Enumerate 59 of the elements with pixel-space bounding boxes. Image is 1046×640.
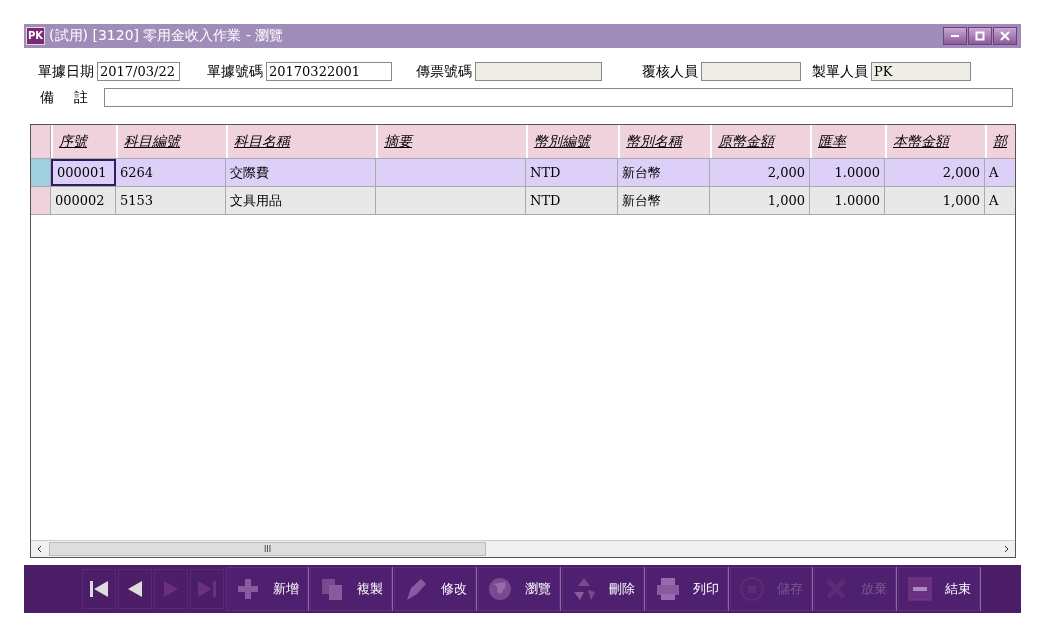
input-field[interactable]: 2017/03/22 <box>97 62 180 81</box>
table-cell: 2,000 <box>710 159 810 186</box>
table-cell: 文具用品 <box>226 187 376 214</box>
scroll-right-icon[interactable] <box>1002 545 1010 553</box>
table-cell: 交際費 <box>226 159 376 186</box>
delete-button[interactable]: 刪除 <box>562 567 644 611</box>
minus-icon <box>907 576 933 602</box>
close-icon <box>1000 31 1010 41</box>
maximize-icon <box>975 31 985 41</box>
print-button[interactable]: 列印 <box>646 567 728 611</box>
horizontal-scrollbar[interactable]: III <box>31 540 1015 557</box>
first-button[interactable] <box>82 569 116 609</box>
table-cell: 新台幣 <box>618 159 710 186</box>
table-cell: A <box>985 187 1015 214</box>
add-button[interactable]: 新增 <box>226 567 308 611</box>
close-button[interactable] <box>993 27 1017 45</box>
input-field[interactable] <box>475 62 602 81</box>
maximize-button[interactable] <box>968 27 992 45</box>
table-cell: 000001 <box>51 159 116 186</box>
column-header[interactable]: 序號 <box>51 125 116 158</box>
minimize-button[interactable] <box>943 27 967 45</box>
input-field[interactable] <box>701 62 801 81</box>
field-label: 備 <box>40 88 54 107</box>
plus-icon <box>235 576 261 602</box>
field-label: 註 <box>74 88 88 107</box>
field-label: 覆核人員 <box>642 62 698 81</box>
app-logo: PK <box>26 27 46 45</box>
table-cell: 1.0000 <box>810 159 885 186</box>
window-title: (試用) [3120] 零用金收入作業 - 瀏覽 <box>49 27 285 45</box>
input-field[interactable]: PK <box>871 62 971 81</box>
table-cell: 2,000 <box>885 159 985 186</box>
table-cell: 5153 <box>116 187 226 214</box>
table-cell: 新台幣 <box>618 187 710 214</box>
table-cell: 1,000 <box>710 187 810 214</box>
table-cell: A <box>985 159 1015 186</box>
edit-button[interactable]: 修改 <box>394 567 476 611</box>
previous-button[interactable] <box>118 569 152 609</box>
field-label: 傳票號碼 <box>416 62 472 81</box>
exit-button[interactable]: 結束 <box>898 567 980 611</box>
field-label: 單據日期 <box>38 62 94 81</box>
table-cell: NTD <box>526 187 618 214</box>
scroll-thumb[interactable]: III <box>49 542 486 556</box>
table-cell: 1.0000 <box>810 187 885 214</box>
last-icon <box>196 579 218 599</box>
table-cell: 000002 <box>51 187 116 214</box>
copy-button[interactable]: 複製 <box>310 567 392 611</box>
browse-button[interactable]: 瀏覽 <box>478 567 560 611</box>
globe-icon <box>487 576 513 602</box>
table-cell: 1,000 <box>885 187 985 214</box>
field-label: 單據號碼 <box>207 62 263 81</box>
first-icon <box>88 579 110 599</box>
printer-icon <box>655 576 681 602</box>
field-label: 製單人員 <box>812 62 868 81</box>
table-cell: 6264 <box>116 159 226 186</box>
copy-icon <box>319 576 345 602</box>
table-cell: NTD <box>526 159 618 186</box>
input-field[interactable]: 20170322001 <box>266 62 392 81</box>
scroll-left-icon[interactable] <box>36 545 44 553</box>
note-field[interactable] <box>104 88 1013 107</box>
